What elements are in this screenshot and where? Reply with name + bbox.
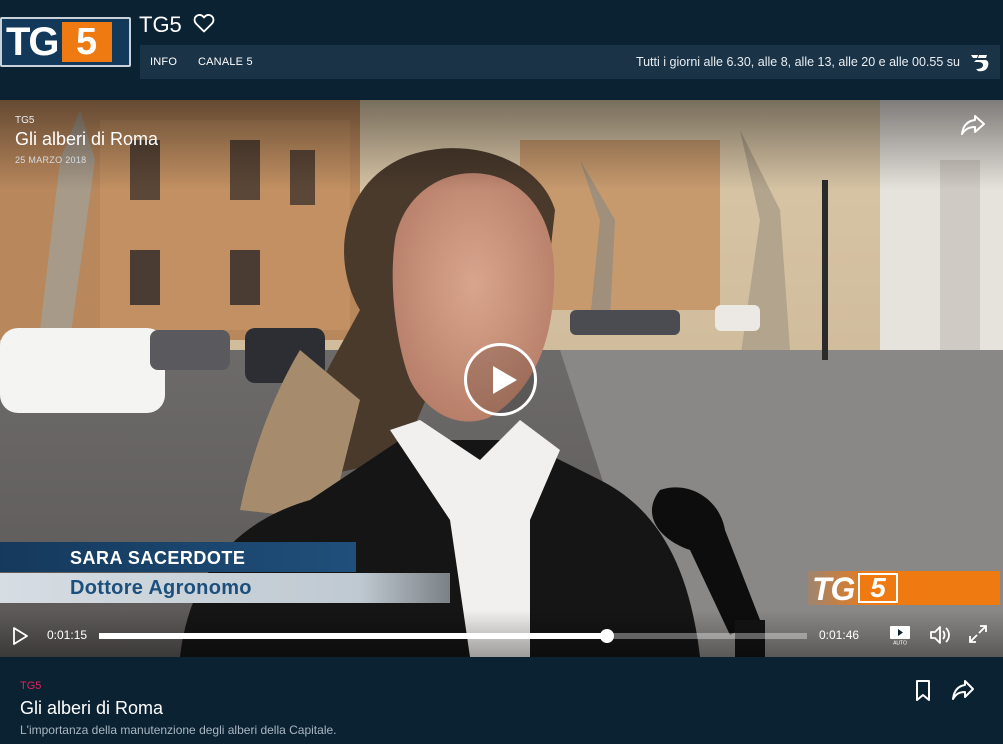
current-time: 0:01:15 [47, 628, 88, 642]
play-icon[interactable] [12, 627, 28, 645]
video-title: Gli alberi di Roma [15, 129, 159, 149]
volume-icon[interactable] [929, 624, 951, 646]
nav-info[interactable]: INFO [150, 56, 177, 68]
lower-third-name-bar: SARA SACERDOTE [0, 542, 356, 572]
progress-bar[interactable] [99, 629, 807, 643]
brand-title: TG5 [139, 12, 182, 37]
tg5-bug-logo: TG 5 [808, 571, 1000, 607]
info-description: L'importanza della manutenzione degli al… [20, 723, 337, 737]
play-overlay-button[interactable] [464, 343, 537, 416]
canale5-logo-icon[interactable] [968, 52, 990, 74]
svg-text:AUTO: AUTO [893, 641, 907, 646]
bookmark-icon[interactable] [914, 679, 932, 703]
tg5-logo[interactable]: TG 5 [0, 17, 131, 67]
heart-icon[interactable] [192, 11, 216, 35]
autoplay-icon[interactable]: AUTO [889, 625, 911, 645]
info-title: Gli alberi di Roma [20, 698, 164, 718]
video-player[interactable]: TG5 Gli alberi di Roma 25 MARZO 2018 SAR… [0, 100, 1003, 657]
bug-number: 5 [858, 573, 898, 603]
lower-third-role-bar: Dottore Agronomo [0, 573, 450, 603]
progress-knob[interactable] [599, 629, 614, 643]
video-date: 25 MARZO 2018 [15, 155, 87, 165]
logo-number: 5 [61, 22, 112, 62]
site-header: TG 5 TG5 INFO CANALE 5 Tutti i giorni al… [0, 0, 1003, 100]
nav-canale5[interactable]: CANALE 5 [198, 56, 253, 68]
bug-text: TG [812, 571, 855, 607]
schedule-text: Tutti i giorni alle 6.30, alle 8, alle 1… [635, 55, 960, 69]
fullscreen-icon[interactable] [968, 624, 988, 644]
share-icon[interactable] [951, 679, 975, 701]
player-controls: 0:01:15 0:01:46 AUTO [0, 610, 1003, 657]
video-info-section: TG5 Gli alberi di Roma L'importanza dell… [0, 657, 1003, 744]
share-icon[interactable] [960, 113, 986, 137]
info-program-label[interactable]: TG5 [20, 680, 41, 692]
duration-time: 0:01:46 [819, 628, 860, 642]
interviewee-name: SARA SACERDOTE [70, 548, 246, 568]
program-subnav: INFO CANALE 5 Tutti i giorni alle 6.30, … [140, 45, 1000, 79]
play-icon [493, 366, 517, 394]
progress-fill [99, 633, 607, 639]
video-program-label: TG5 [15, 115, 35, 126]
logo-text: TG [6, 20, 60, 64]
interviewee-role: Dottore Agronomo [70, 577, 252, 599]
